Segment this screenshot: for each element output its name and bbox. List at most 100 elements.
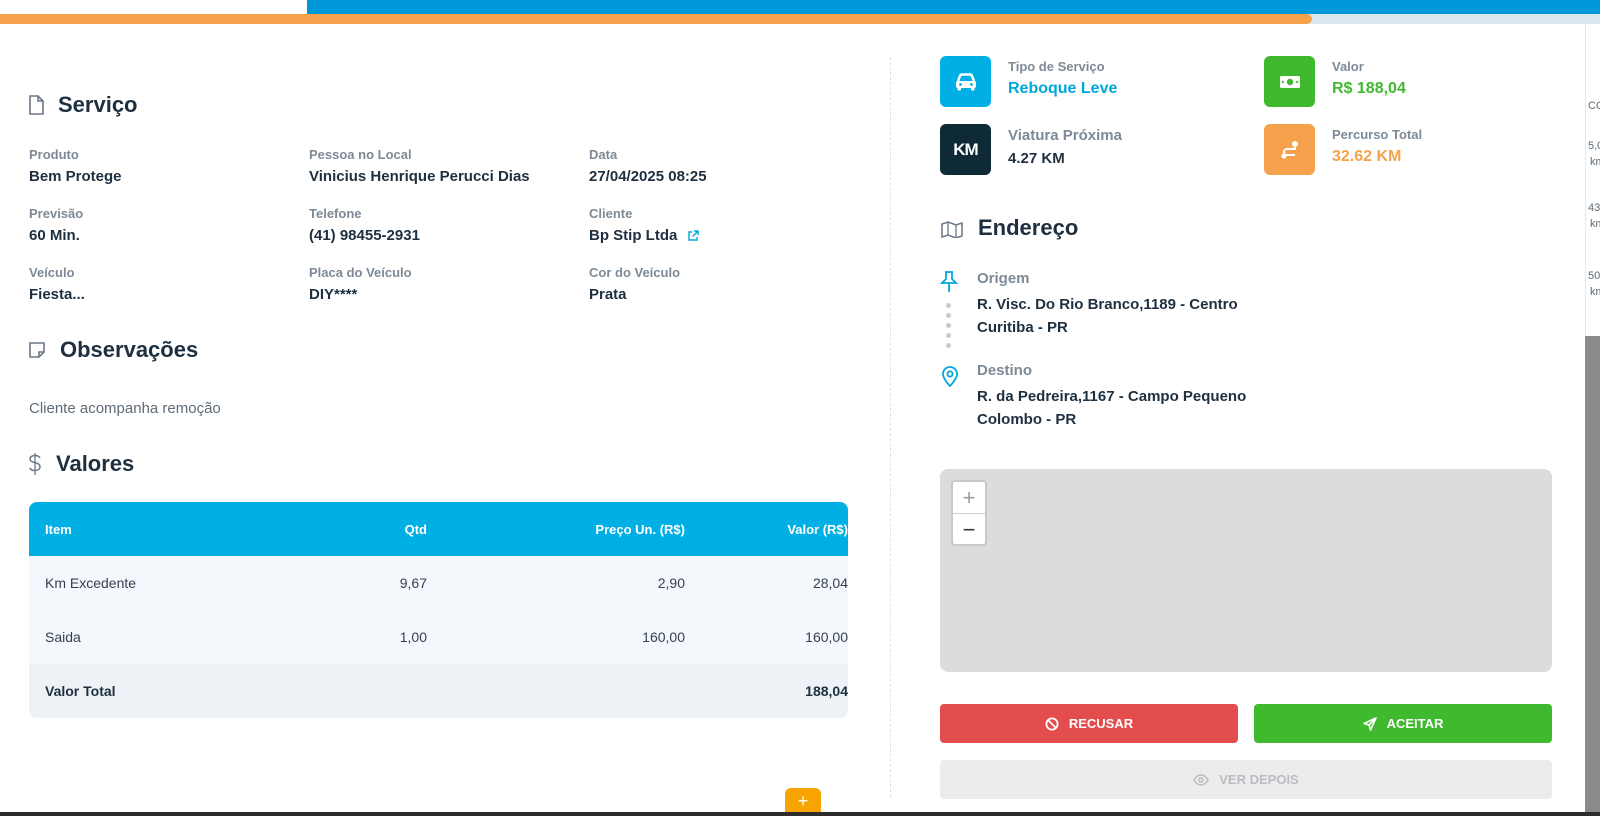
dollar-icon xyxy=(29,453,41,475)
map-icon xyxy=(941,221,963,238)
field-produto: Produto Bem Protege xyxy=(29,147,122,185)
table-total-row: Valor Total 188,04 xyxy=(29,664,848,718)
info-label: Percurso Total xyxy=(1332,127,1423,142)
field-label: Pessoa no Local xyxy=(309,147,412,162)
field-cliente: Cliente Bp Stip Ltda xyxy=(589,206,700,244)
field-pessoa: Pessoa no Local Vinicius Henrique Perucc… xyxy=(309,147,530,185)
pin-icon xyxy=(939,271,959,292)
background-table-edge: CO 5,0 km 43, km 50, km xyxy=(1585,24,1600,336)
note-icon xyxy=(29,342,45,358)
info-percurso: Percurso Total 32.62 KM xyxy=(1264,124,1422,175)
route-dots xyxy=(946,303,951,348)
address-origem: Origem R. Visc. Do Rio Branco,1189 - Cen… xyxy=(977,270,1238,339)
valores-table: Item Qtd Preço Un. (R$) Valor (R$) Km Ex… xyxy=(29,502,848,718)
accept-button[interactable]: ACEITAR xyxy=(1254,704,1552,743)
column-divider xyxy=(890,57,891,797)
field-data: Data 27/04/2025 08:25 xyxy=(589,147,707,185)
info-label: Viatura Próxima xyxy=(1008,127,1122,144)
cell-qtd: 9,67 xyxy=(399,575,427,591)
money-icon xyxy=(1264,56,1315,107)
field-placa: Placa do Veículo DIY**** xyxy=(309,265,412,303)
address-line: Curitiba - PR xyxy=(977,319,1068,336)
add-fab-button[interactable]: + xyxy=(785,788,821,814)
field-value: DIY**** xyxy=(309,286,358,303)
address-line: R. da Pedreira,1167 - Campo Pequeno xyxy=(977,388,1247,405)
zoom-in-button[interactable]: + xyxy=(953,482,985,514)
cell-preco: 160,00 xyxy=(642,629,685,645)
field-telefone: Telefone (41) 98455-2931 xyxy=(309,206,420,244)
address-line: Colombo - PR xyxy=(977,411,1077,428)
progress-fill xyxy=(0,14,1312,24)
info-value: R$ 188,04 xyxy=(1332,80,1406,97)
header-valor: Valor (R$) xyxy=(787,521,848,537)
field-value: Prata xyxy=(589,286,627,303)
info-viatura: KM Viatura Próxima 4.27 KM xyxy=(940,124,1122,175)
ban-icon xyxy=(1045,717,1059,730)
external-link-icon[interactable] xyxy=(687,229,700,242)
cell-valor: 160,00 xyxy=(805,629,848,645)
eye-icon xyxy=(1193,773,1210,786)
section-servico: Serviço xyxy=(28,92,138,118)
field-value: 27/04/2025 08:25 xyxy=(589,168,707,185)
top-header-bar xyxy=(307,0,1600,14)
table-row: Saida 1,00 160,00 160,00 xyxy=(29,610,848,664)
field-label: Cor do Veículo xyxy=(589,265,681,280)
section-title: Endereço xyxy=(978,215,1079,240)
edge-text: CO xyxy=(1588,100,1600,112)
info-value: 32.62 KM xyxy=(1332,148,1402,165)
observacoes-text: Cliente acompanha remoção xyxy=(29,400,221,417)
field-value: Fiesta... xyxy=(29,286,85,303)
map-view[interactable]: + − xyxy=(940,469,1552,672)
cell-item: Km Excedente xyxy=(45,575,137,591)
info-label: Valor xyxy=(1332,59,1364,74)
table-header: Item Qtd Preço Un. (R$) Valor (R$) xyxy=(29,502,848,556)
field-cor: Cor do Veículo Prata xyxy=(589,265,680,303)
field-value-row: Bp Stip Ltda xyxy=(589,227,700,244)
view-later-button[interactable]: VER DEPOIS xyxy=(940,760,1552,799)
field-veiculo: Veículo Fiesta... xyxy=(29,265,85,303)
total-label: Valor Total xyxy=(45,683,116,699)
section-endereco: Endereço xyxy=(940,215,1078,241)
location-marker-icon xyxy=(942,366,958,388)
address-label: Origem xyxy=(977,270,1030,287)
view-later-label: VER DEPOIS xyxy=(1219,772,1299,787)
header-item: Item xyxy=(45,521,72,537)
edge-text: km xyxy=(1590,156,1600,168)
info-valor: Valor R$ 188,04 xyxy=(1264,56,1406,107)
send-icon xyxy=(1362,716,1377,731)
edge-text: km xyxy=(1590,286,1600,298)
table-row: Km Excedente 9,67 2,90 28,04 xyxy=(29,556,848,610)
cell-preco: 2,90 xyxy=(657,575,685,591)
field-label: Data xyxy=(589,147,618,162)
edge-text: 5,0 xyxy=(1588,140,1600,152)
section-title: Serviço xyxy=(58,92,138,117)
accept-label: ACEITAR xyxy=(1386,716,1444,731)
cell-item: Saida xyxy=(45,629,81,645)
edge-text: km xyxy=(1590,218,1600,230)
info-tipo-servico: Tipo de Serviço Reboque Leve xyxy=(940,56,1117,107)
km-badge: KM xyxy=(940,124,991,175)
refuse-button[interactable]: RECUSAR xyxy=(940,704,1238,743)
info-label: Tipo de Serviço xyxy=(1008,59,1105,74)
total-value: 188,04 xyxy=(805,683,848,699)
field-value: Vinicius Henrique Perucci Dias xyxy=(309,168,530,185)
refuse-label: RECUSAR xyxy=(1068,716,1134,731)
document-icon xyxy=(29,95,44,115)
cliente-name: Bp Stip Ltda xyxy=(589,227,678,244)
header-preco: Preço Un. (R$) xyxy=(595,521,685,537)
field-value: Bem Protege xyxy=(29,168,122,185)
section-title: Observações xyxy=(60,337,199,362)
route-icon xyxy=(1264,124,1315,175)
section-valores: Valores xyxy=(28,451,134,477)
field-label: Veículo xyxy=(29,265,75,280)
field-value: 60 Min. xyxy=(29,227,80,244)
field-label: Produto xyxy=(29,147,79,162)
field-previsao: Previsão 60 Min. xyxy=(29,206,83,244)
header-qtd: Qtd xyxy=(404,521,427,537)
zoom-out-button[interactable]: − xyxy=(953,514,985,544)
field-label: Cliente xyxy=(589,206,633,221)
field-label: Previsão xyxy=(29,206,84,221)
progress-bar xyxy=(0,14,1600,24)
info-value: Reboque Leve xyxy=(1008,80,1118,97)
address-line: R. Visc. Do Rio Branco,1189 - Centro xyxy=(977,296,1238,313)
